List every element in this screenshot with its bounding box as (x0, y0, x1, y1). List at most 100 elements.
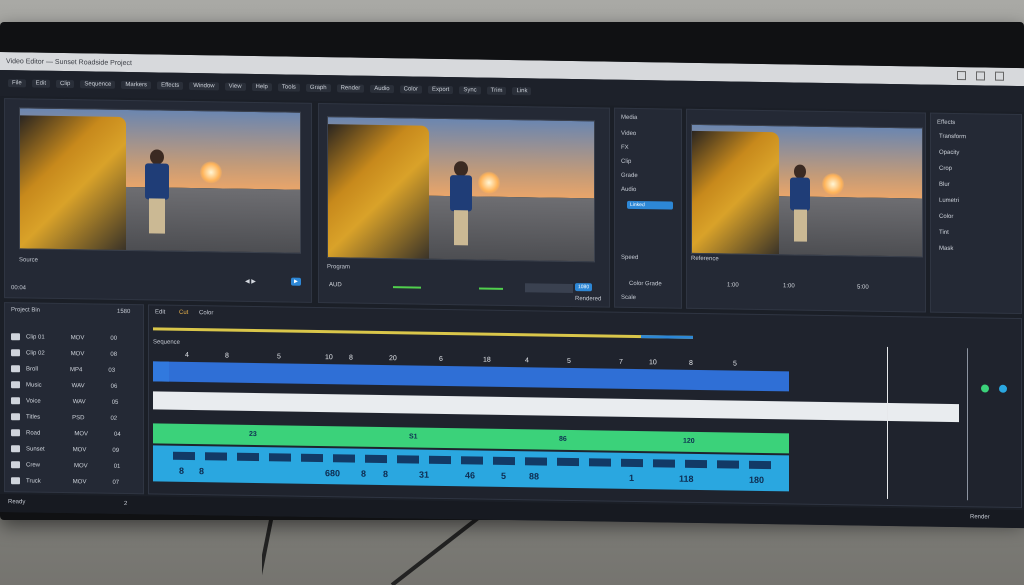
menu-help[interactable]: Help (251, 82, 272, 92)
inspector-item-audio[interactable]: Audio (621, 187, 636, 193)
clip-icon (11, 477, 20, 485)
menu-edit[interactable]: Edit (31, 79, 51, 88)
effect-blur[interactable]: Blur (939, 182, 950, 188)
menu-effects[interactable]: Effects (157, 81, 184, 90)
ruler-tick: 8 (225, 352, 229, 360)
bin-title: Project Bin (11, 307, 41, 314)
effect-color[interactable]: Color (939, 214, 953, 220)
reference-tc2: 1:00 (783, 283, 795, 290)
timeline-tab-color[interactable]: Color (199, 310, 213, 316)
source-monitor-panel: Source 00:04 ◀ ▶ ▶ (4, 98, 312, 303)
program-video-frame[interactable] (327, 116, 595, 263)
menu-audio[interactable]: Audio (370, 84, 394, 94)
source-video-frame[interactable] (19, 107, 301, 254)
effects-title: Effects (937, 119, 956, 127)
menu-tools[interactable]: Tools (277, 83, 300, 92)
editor-screen: Video Editor — Sunset Roadside Project F… (0, 52, 1024, 529)
audio-level-right (479, 287, 503, 290)
list-item[interactable]: Crew MOV 01 (11, 461, 120, 470)
timeline-tab-edit[interactable]: Edit (155, 309, 165, 315)
menu-window[interactable]: Window (189, 81, 219, 91)
inspector-item-clip[interactable]: Clip (621, 159, 631, 165)
marker-green-icon[interactable] (981, 384, 989, 393)
list-item[interactable]: Music WAV 06 (11, 381, 117, 390)
list-item[interactable]: Road MOV 04 (11, 429, 121, 438)
ruler-tick: 10 (325, 354, 333, 362)
sun (200, 161, 222, 184)
effect-crop[interactable]: Crop (939, 166, 952, 172)
clip-icon (11, 333, 20, 341)
inspector-item-grade[interactable]: Grade (621, 173, 638, 179)
blue-number: 8 (361, 468, 367, 479)
reference-video-frame[interactable] (691, 123, 923, 258)
menu-sync[interactable]: Sync (459, 86, 481, 95)
menu-markers[interactable]: Markers (121, 80, 152, 90)
source-insert-button[interactable]: ▶ (291, 277, 301, 286)
program-export-button[interactable]: 1080 (575, 283, 593, 292)
effect-mask[interactable]: Mask (939, 246, 953, 252)
window-title: Video Editor — Sunset Roadside Project (6, 57, 132, 67)
inspector-item-video[interactable]: Video (621, 131, 636, 137)
monitor-stand (262, 515, 484, 585)
list-item[interactable]: Sunset MOV 09 (11, 445, 119, 454)
ruler-tick: 18 (483, 356, 491, 364)
video-clip[interactable] (153, 361, 789, 392)
effect-tint[interactable]: Tint (939, 230, 949, 236)
minimize-icon[interactable] (957, 71, 966, 81)
menu-color[interactable]: Color (399, 85, 422, 94)
list-item[interactable]: Broll MP4 03 (11, 365, 115, 374)
blue-number: 88 (529, 471, 540, 482)
list-item[interactable]: Clip 01 MOV 00 (11, 333, 117, 342)
play-icon[interactable]: ◀ ▶ (245, 278, 256, 285)
menu-clip[interactable]: Clip (56, 79, 75, 89)
list-item[interactable]: Titles PSD 02 (11, 413, 117, 422)
menu-link[interactable]: Link (512, 87, 532, 96)
list-item[interactable]: Truck MOV 07 (11, 477, 119, 486)
playhead[interactable] (887, 346, 888, 499)
timeline-tab-cut[interactable]: Cut (179, 310, 188, 316)
ruler-tick: 5 (277, 353, 281, 361)
menu-export[interactable]: Export (427, 85, 454, 95)
reference-label: Reference (691, 255, 719, 263)
ruler-tick: 8 (689, 359, 693, 367)
marker-blue-icon[interactable] (999, 384, 1007, 393)
clip-icon (11, 445, 20, 453)
scrub-field[interactable] (525, 283, 573, 294)
menu-file[interactable]: File (8, 79, 26, 88)
bin-count: 1580 (117, 308, 131, 316)
menu-sequence[interactable]: Sequence (80, 80, 116, 89)
inspector-scale: Scale (621, 294, 637, 301)
close-icon[interactable] (995, 71, 1004, 81)
effect-lumetri[interactable]: Lumetri (939, 198, 959, 204)
reference-monitor-panel: Reference Color Grade 1:00 1:00 5:00 (629, 108, 926, 313)
inspector-title: Media (621, 114, 638, 122)
green-label: 23 (249, 430, 257, 439)
maximize-icon[interactable] (976, 71, 985, 81)
menu-view[interactable]: View (224, 82, 246, 91)
timeline-track-label: Sequence (153, 339, 181, 346)
timeline-work-area-bar[interactable] (153, 327, 693, 339)
green-label: 86 (559, 435, 567, 443)
audio-level-left (393, 286, 421, 289)
status-zoom[interactable]: 2 (124, 501, 127, 507)
ruler-tick: 4 (525, 357, 529, 365)
effect-transform[interactable]: Transform (939, 134, 966, 140)
effect-opacity[interactable]: Opacity (939, 150, 959, 156)
audio-clip-blue[interactable] (153, 445, 789, 492)
inspector-active-toggle[interactable]: Linked (627, 200, 673, 210)
title-clip[interactable] (153, 391, 959, 423)
inspector-item-fx[interactable]: FX (621, 145, 629, 151)
menu-graph[interactable]: Graph (305, 83, 331, 93)
blue-number: 1 (629, 472, 635, 483)
menu-trim[interactable]: Trim (486, 86, 507, 95)
program-monitor-panel: Program AUD 1080 Rendered (318, 102, 610, 308)
clip-icon (11, 429, 20, 437)
audio-label: AUD (329, 282, 342, 289)
monitor-bezel: Video Editor — Sunset Roadside Project F… (0, 22, 1024, 529)
ruler-tick: 4 (185, 351, 189, 359)
menu-render[interactable]: Render (336, 84, 365, 93)
timeline-in-out-bar[interactable] (641, 335, 693, 339)
list-item[interactable]: Voice WAV 05 (11, 397, 118, 406)
list-item[interactable]: Clip 02 MOV 08 (11, 349, 117, 358)
green-label: S1 (409, 433, 418, 441)
